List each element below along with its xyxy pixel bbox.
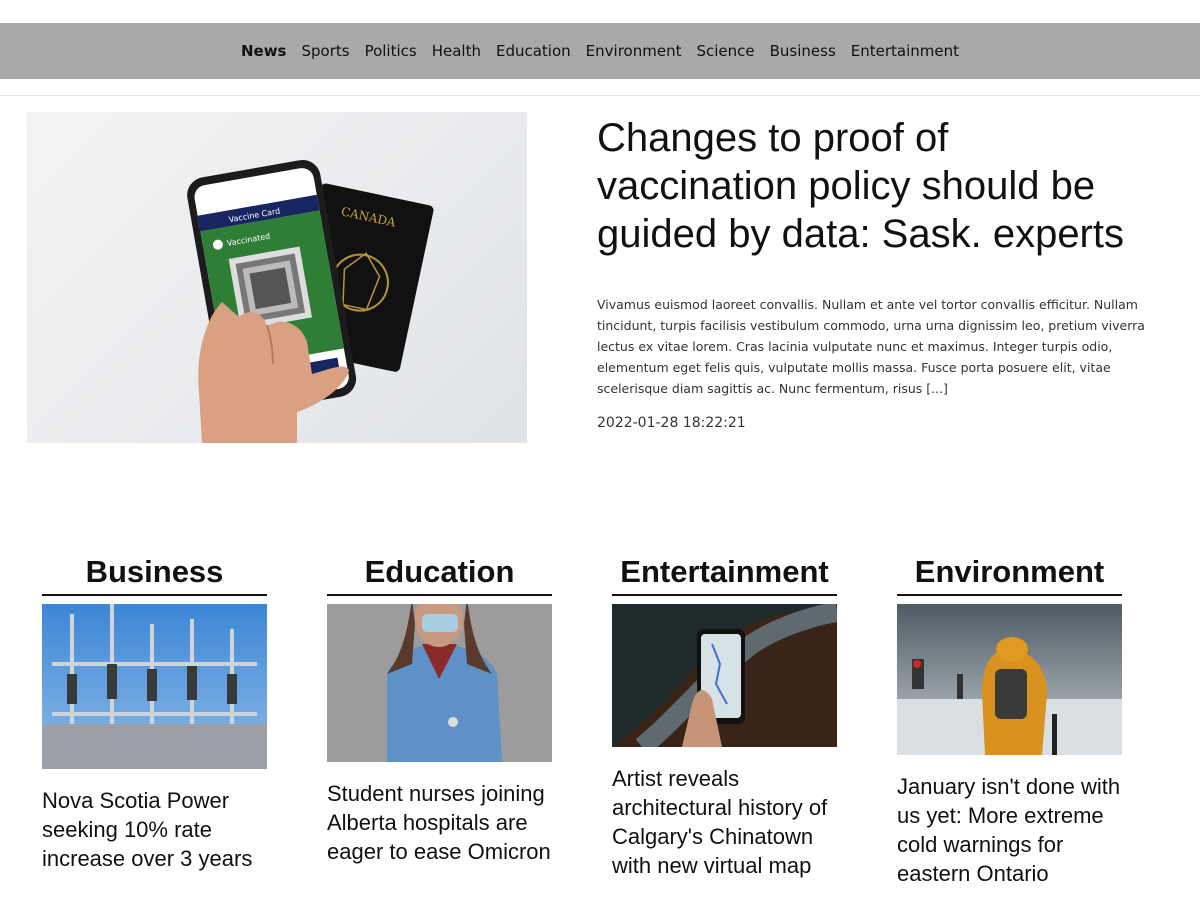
category-heading[interactable]: Entertainment [612, 554, 837, 596]
column-business: Business Nova Scotia Power seeking 10% r… [42, 554, 267, 873]
column-environment: Environment January isn't done with us y… [897, 554, 1122, 888]
top-nav-bar: News Sports Politics Health Education En… [0, 23, 1200, 79]
hero-timestamp: 2022-01-28 18:22:21 [597, 415, 746, 431]
hero-article: Changes to proof of vaccination policy s… [597, 114, 1157, 431]
article-headline[interactable]: Student nurses joining Alberta hospitals… [327, 779, 552, 866]
power-station-illustration [42, 604, 267, 769]
header-divider [0, 95, 1200, 96]
nav-item-news[interactable]: News [241, 42, 287, 60]
category-heading[interactable]: Environment [897, 554, 1122, 596]
article-thumbnail[interactable] [612, 604, 837, 747]
article-thumbnail[interactable] [327, 604, 552, 762]
hero-image[interactable]: CANADA Vaccine Card Vaccinated [27, 112, 527, 443]
article-thumbnail[interactable] [42, 604, 267, 769]
snow-walk-illustration [897, 604, 1122, 755]
map-phone-illustration [612, 604, 837, 747]
category-heading[interactable]: Education [327, 554, 552, 596]
nav-item-science[interactable]: Science [696, 42, 754, 60]
hero-illustration: CANADA Vaccine Card Vaccinated [187, 159, 434, 443]
nav-item-education[interactable]: Education [496, 42, 571, 60]
column-education: Education Student nurses joining Alberta… [327, 554, 552, 866]
nav-item-health[interactable]: Health [432, 42, 481, 60]
article-thumbnail[interactable] [897, 604, 1122, 755]
column-entertainment: Entertainment Artist reveals architectur… [612, 554, 837, 880]
hero-headline[interactable]: Changes to proof of vaccination policy s… [597, 114, 1157, 258]
nav-item-politics[interactable]: Politics [365, 42, 417, 60]
nav-item-entertainment[interactable]: Entertainment [851, 42, 959, 60]
category-heading[interactable]: Business [42, 554, 267, 596]
category-nav: News Sports Politics Health Education En… [241, 42, 959, 60]
nav-item-environment[interactable]: Environment [586, 42, 682, 60]
nav-item-business[interactable]: Business [770, 42, 836, 60]
article-headline[interactable]: Artist reveals architectural history of … [612, 764, 837, 880]
article-headline[interactable]: Nova Scotia Power seeking 10% rate incre… [42, 786, 267, 873]
article-headline[interactable]: January isn't done with us yet: More ext… [897, 772, 1122, 888]
nurse-illustration [327, 604, 552, 762]
hero-excerpt: Vivamus euismod laoreet convallis. Nulla… [597, 297, 1145, 396]
nav-item-sports[interactable]: Sports [301, 42, 349, 60]
